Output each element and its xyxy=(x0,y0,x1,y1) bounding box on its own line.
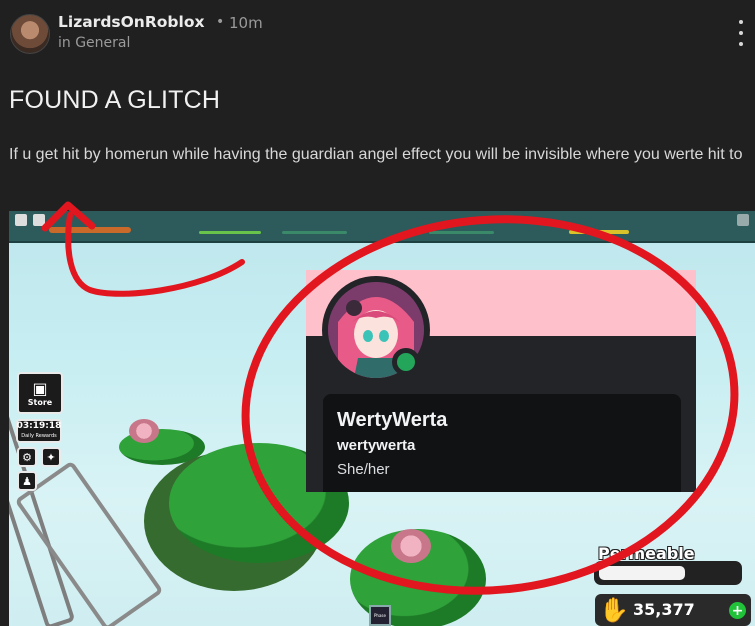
slap-counter: ✋ 35,377 + xyxy=(595,594,751,626)
ability-charge-bar xyxy=(594,561,742,585)
settings-gear-button[interactable]: ⚙ xyxy=(17,447,37,467)
phase-button[interactable]: Phase xyxy=(369,605,391,626)
profile-username: wertywerta xyxy=(337,437,416,454)
channel-label[interactable]: in General xyxy=(58,35,130,51)
profile-pronouns: She/her xyxy=(337,461,390,478)
post-title: FOUND A GLITCH xyxy=(9,86,221,114)
ability-charge-fill xyxy=(599,566,685,580)
store-button[interactable]: ▣ Store xyxy=(17,372,63,414)
memory-stat-bar xyxy=(49,227,131,233)
pink-tree-large xyxy=(391,529,431,563)
pink-tree-small xyxy=(129,419,159,443)
game-performance-bar xyxy=(9,211,755,243)
post-body: If u get hit by homerun while having the… xyxy=(9,146,743,163)
gear-icon: ⚙ xyxy=(22,450,32,464)
timer-value: 03:19:18 xyxy=(16,421,62,431)
timer-caption: Daily Rewards xyxy=(21,433,57,439)
twitter-button[interactable]: ✦ xyxy=(41,447,61,467)
glove-icon: ✋ xyxy=(599,596,629,624)
store-label: Store xyxy=(27,398,53,407)
profile-info-panel: WertyWerta wertywerta She/her xyxy=(323,394,681,492)
author-name[interactable]: LizardsOnRoblox xyxy=(58,13,205,31)
gpu-stat-bar xyxy=(282,231,347,234)
profile-popout: WertyWerta wertywerta She/her xyxy=(306,270,696,492)
cpu-stat-bar xyxy=(199,231,261,234)
separator-dot: • xyxy=(216,14,225,30)
people-icon: ♟ xyxy=(22,474,32,488)
settings-icon xyxy=(737,214,749,226)
online-status-icon xyxy=(392,348,420,376)
basket-icon: ▣ xyxy=(32,379,48,398)
post-time: 10m xyxy=(229,14,263,32)
daily-rewards-timer[interactable]: 03:19:18 Daily Rewards xyxy=(16,419,62,443)
slap-count: 35,377 xyxy=(633,600,695,619)
phase-label: Phase xyxy=(374,613,386,618)
profile-display-name: WertyWerta xyxy=(337,409,448,431)
chat-icon xyxy=(33,214,45,226)
players-button[interactable]: ♟ xyxy=(17,471,37,491)
more-options-icon[interactable] xyxy=(737,20,745,46)
send-stat-bar xyxy=(429,231,494,234)
post-header: LizardsOnRoblox • 10m in General xyxy=(10,12,745,56)
roblox-menu-icon xyxy=(15,214,27,226)
attached-screenshot[interactable]: ▣ Store 03:19:18 Daily Rewards ⚙ ✦ ♟ Pha… xyxy=(9,211,755,626)
author-avatar[interactable] xyxy=(10,14,50,54)
buy-slaps-button[interactable]: + xyxy=(729,602,746,619)
recv-stat-bar xyxy=(569,230,629,234)
twitter-icon: ✦ xyxy=(46,450,56,464)
